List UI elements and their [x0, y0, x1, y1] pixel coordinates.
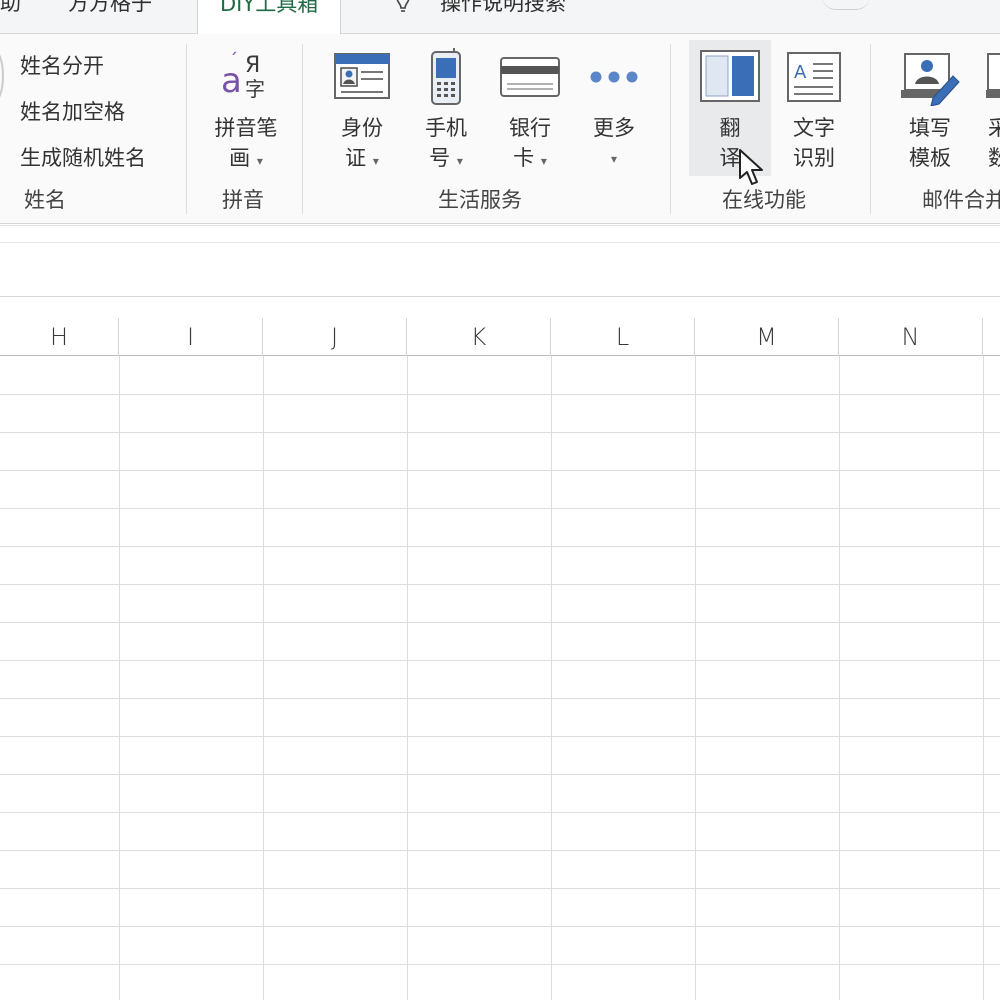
tab-help[interactable]: 助	[0, 0, 21, 34]
text-recognition-button[interactable]: A 文字 识别	[776, 44, 852, 180]
phone-label-2: 号	[429, 146, 451, 170]
column-gridline	[263, 356, 264, 1000]
bank-card-icon	[500, 57, 560, 97]
bank-card-button[interactable]: 银行 卡 ▾	[494, 44, 566, 180]
row-gridline	[0, 432, 1000, 433]
column-header-n[interactable]: N	[839, 318, 983, 356]
chevron-down-icon: ▾	[372, 154, 379, 168]
cell-grid[interactable]	[0, 356, 1000, 1000]
more-services-button[interactable]: 更多 ▾	[578, 44, 650, 180]
chevron-down-icon: ▾	[456, 154, 463, 168]
fill-template-button[interactable]: 填写 模板	[890, 44, 970, 180]
chevron-down-icon: ▾	[540, 154, 547, 168]
group-label-name: 姓名	[24, 188, 66, 212]
random-name-button[interactable]: 生成随机姓名	[20, 142, 146, 172]
chevron-down-icon: ▾	[256, 154, 263, 168]
row-gridline	[0, 394, 1000, 395]
row-gridline	[0, 850, 1000, 851]
column-gridline	[839, 356, 840, 1000]
collect-data-button[interactable]: 采 数	[980, 44, 1000, 180]
ribbon: 姓名分开 姓名加空格 生成随机姓名 姓名 a ´ Я 字 拼音笔 画 ▾ 拼音 …	[0, 34, 1000, 224]
svg-text:A: A	[794, 62, 807, 83]
column-header-k[interactable]: K	[407, 318, 551, 356]
svg-text:字: 字	[245, 77, 265, 101]
row-gridline	[0, 926, 1000, 927]
svg-text:Я: Я	[245, 53, 260, 78]
row-gridline	[0, 660, 1000, 661]
template-label-1: 填写	[909, 116, 951, 140]
ocr-label-1: 文字	[793, 116, 835, 140]
mouse-pointer-icon	[739, 149, 763, 185]
ribbon-scroll-edge	[0, 48, 4, 104]
ribbon-tab-bar: 助 方方格子 DIY工具箱 操作说明搜索	[0, 0, 1000, 34]
bank-card-label-2: 卡	[513, 146, 535, 170]
column-header-j[interactable]: J	[263, 318, 407, 356]
column-gridline	[551, 356, 552, 1000]
row-gridline	[0, 584, 1000, 585]
column-gridline	[407, 356, 408, 1000]
more-dots-icon	[590, 71, 638, 83]
group-label-life-services: 生活服务	[438, 188, 522, 212]
window-decoration	[822, 0, 870, 10]
phone-label-1: 手机	[425, 116, 467, 140]
row-gridline	[0, 698, 1000, 699]
template-label-2: 模板	[909, 146, 951, 170]
ocr-label-2: 识别	[793, 146, 835, 170]
group-separator	[870, 44, 871, 214]
split-name-button[interactable]: 姓名分开	[20, 50, 104, 80]
column-gridline	[695, 356, 696, 1000]
group-separator	[186, 44, 187, 214]
fill-template-icon	[901, 53, 960, 106]
group-label-mail-merge: 邮件合并	[922, 188, 1000, 212]
id-card-label-2: 证	[345, 146, 367, 170]
text-recognition-icon: A	[787, 52, 841, 102]
id-card-label-1: 身份	[341, 116, 383, 140]
tab-tell-me-search[interactable]: 操作说明搜索	[440, 0, 566, 34]
translate-book-icon	[700, 50, 760, 102]
group-separator	[302, 44, 303, 214]
tab-diy-toolbox[interactable]: DIY工具箱	[197, 0, 342, 34]
column-headers: H I J K L M N	[0, 318, 1000, 356]
collect-label-1: 采	[988, 116, 1000, 140]
column-header-h[interactable]: H	[0, 318, 119, 356]
column-gridline	[119, 356, 120, 1000]
chevron-down-icon: ▾	[610, 152, 618, 166]
data-collection-icon	[986, 53, 1000, 98]
mobile-phone-icon	[431, 48, 461, 105]
row-gridline	[0, 470, 1000, 471]
row-gridline	[0, 546, 1000, 547]
pinyin-stroke-button[interactable]: a ´ Я 字 拼音笔 画 ▾	[196, 44, 296, 180]
bank-card-label-1: 银行	[509, 116, 551, 140]
row-gridline	[0, 812, 1000, 813]
column-gridline	[983, 356, 984, 1000]
phone-number-button[interactable]: 手机 号 ▾	[410, 44, 482, 180]
row-gridline	[0, 736, 1000, 737]
column-header-m[interactable]: M	[695, 318, 839, 356]
divider	[0, 242, 1000, 243]
tab-fangfang-gezi[interactable]: 方方格子	[68, 0, 152, 34]
row-gridline	[0, 508, 1000, 509]
row-gridline	[0, 888, 1000, 889]
pinyin-letter-icon: a ´ Я 字	[221, 50, 265, 101]
pinyin-button-label-2: 画	[229, 146, 251, 170]
id-card-button[interactable]: 身份 证 ▾	[326, 44, 398, 180]
id-card-icon	[334, 53, 390, 99]
pinyin-button-label-1: 拼音笔	[214, 116, 278, 140]
row-gridline	[0, 622, 1000, 623]
more-label: 更多	[593, 116, 635, 140]
row-gridline	[0, 964, 1000, 965]
name-add-space-button[interactable]: 姓名加空格	[20, 96, 125, 126]
translate-label-1: 翻	[719, 116, 741, 140]
column-header-l[interactable]: L	[551, 318, 695, 356]
group-label-online: 在线功能	[722, 188, 806, 212]
svg-text:´: ´	[229, 50, 238, 71]
column-header-i[interactable]: I	[119, 318, 263, 356]
lightbulb-icon	[396, 0, 410, 12]
group-separator	[670, 44, 671, 214]
formula-bar-area	[0, 225, 1000, 297]
row-gridline	[0, 774, 1000, 775]
collect-label-2: 数	[988, 146, 1000, 170]
group-label-pinyin: 拼音	[222, 188, 264, 212]
